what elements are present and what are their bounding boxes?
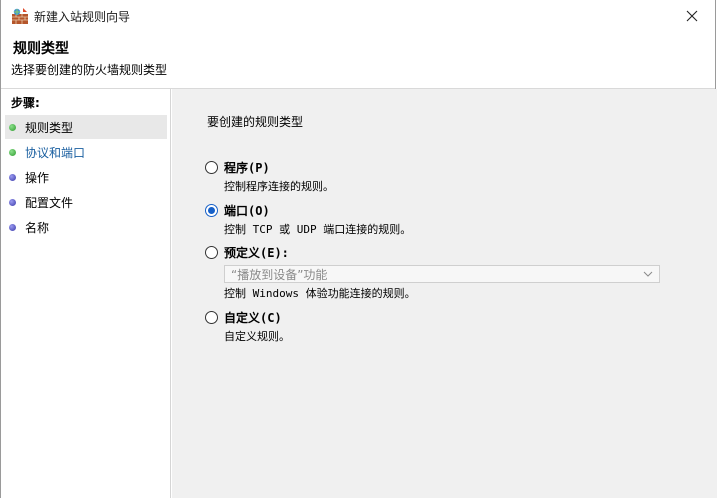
close-button[interactable] <box>669 0 715 32</box>
rule-type-prompt: 要创建的规则类型 <box>207 115 304 129</box>
step-protocol-ports[interactable]: 协议和端口 <box>5 140 167 164</box>
chevron-down-icon <box>643 271 653 277</box>
predefined-select[interactable]: “播放到设备”功能 <box>224 265 660 283</box>
step-status-icon <box>9 198 16 206</box>
page-subtitle: 选择要创建的防火墙规则类型 <box>11 63 168 77</box>
predefined-description: 控制 Windows 体验功能连接的规则。 <box>224 287 416 300</box>
option-predefined: 预定义(E): “播放到设备”功能 控制 Windows 体验功能连接的规则。 <box>205 244 665 301</box>
step-label: 操作 <box>25 170 50 185</box>
step-status-icon <box>9 123 16 131</box>
wizard-header: 规则类型 选择要创建的防火墙规则类型 <box>1 32 715 89</box>
custom-radio-row[interactable]: 自定义(C) <box>205 309 665 326</box>
predefined-radio-row[interactable]: 预定义(E): <box>205 244 665 261</box>
custom-radio[interactable] <box>205 311 218 324</box>
page-title: 规则类型 <box>13 41 69 57</box>
program-description: 控制程序连接的规则。 <box>224 180 334 193</box>
step-action[interactable]: 操作 <box>5 165 167 189</box>
step-label: 配置文件 <box>25 195 74 210</box>
step-status-icon <box>9 173 16 181</box>
port-radio-row[interactable]: 端口(O) <box>205 202 665 219</box>
step-label: 规则类型 <box>25 120 74 135</box>
step-profile[interactable]: 配置文件 <box>5 190 167 214</box>
step-status-icon <box>9 148 16 156</box>
port-label: 端口(O) <box>224 204 270 218</box>
option-custom: 自定义(C) 自定义规则。 <box>205 309 665 344</box>
window-title: 新建入站规则向导 <box>34 10 131 24</box>
step-rule-type[interactable]: 规则类型 <box>5 115 167 139</box>
port-radio[interactable] <box>205 204 218 217</box>
program-radio[interactable] <box>205 161 218 174</box>
custom-label: 自定义(C) <box>224 311 282 325</box>
port-description: 控制 TCP 或 UDP 端口连接的规则。 <box>224 223 412 236</box>
step-label: 名称 <box>25 220 50 235</box>
main-content: 要创建的规则类型 程序(P) 控制程序连接的规则。 端口(O) 控制 TCP 或… <box>172 89 717 498</box>
steps-panel: 步骤: 规则类型 协议和端口 操作 配置文件 名称 <box>1 89 171 498</box>
steps-title: 步骤: <box>11 96 40 110</box>
wizard-window: 新建入站规则向导 规则类型 选择要创建的防火墙规则类型 步骤: 规则类型 协议和… <box>0 0 717 498</box>
custom-description: 自定义规则。 <box>224 330 290 343</box>
step-name[interactable]: 名称 <box>5 215 167 239</box>
program-radio-row[interactable]: 程序(P) <box>205 159 665 176</box>
title-bar: 新建入站规则向导 <box>1 0 715 32</box>
option-program: 程序(P) 控制程序连接的规则。 <box>205 159 665 194</box>
option-port: 端口(O) 控制 TCP 或 UDP 端口连接的规则。 <box>205 202 665 237</box>
close-icon <box>686 10 698 22</box>
step-label: 协议和端口 <box>25 145 86 160</box>
program-label: 程序(P) <box>224 161 270 175</box>
predefined-radio[interactable] <box>205 246 218 259</box>
step-status-icon <box>9 223 16 231</box>
predefined-label: 预定义(E): <box>224 246 289 260</box>
predefined-select-value: “播放到设备”功能 <box>231 267 328 282</box>
firewall-app-icon <box>12 8 28 24</box>
